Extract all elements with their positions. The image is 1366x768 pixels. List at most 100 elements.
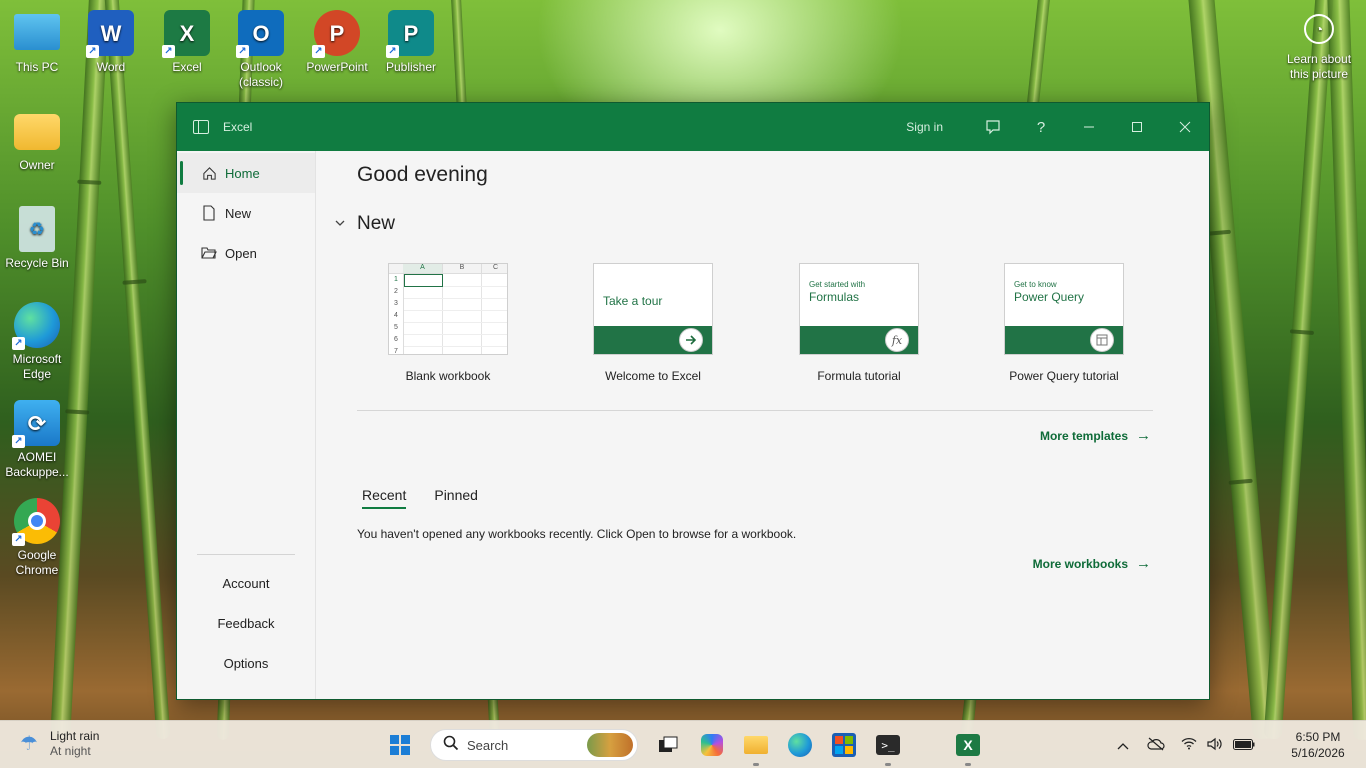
greeting: Good evening bbox=[357, 163, 488, 186]
template-caption: Formula tutorial bbox=[817, 369, 901, 383]
battery-icon[interactable] bbox=[1229, 738, 1259, 753]
terminal-button[interactable]: >_ bbox=[870, 727, 906, 766]
desktop-icon-powerpoint[interactable]: P ↗ PowerPoint bbox=[300, 10, 374, 75]
camera-icon: ◔ bbox=[1304, 14, 1334, 44]
taskbar-clock[interactable]: 6:50 PM 5/16/2026 bbox=[1270, 729, 1366, 761]
desktop-icon-this-pc[interactable]: This PC bbox=[0, 10, 74, 75]
nav-new[interactable]: New bbox=[177, 193, 315, 233]
template-blank-workbook[interactable]: A B C 1 2 3 4 5 6 7 Blank workbook bbox=[345, 263, 551, 383]
search-highlight-image bbox=[587, 733, 633, 757]
maximize-button[interactable] bbox=[1113, 103, 1161, 151]
desktop-icon-recycle-bin[interactable]: ♻ Recycle Bin bbox=[0, 206, 74, 271]
nav-open[interactable]: Open bbox=[177, 233, 315, 273]
empty-recent-message: You haven't opened any workbooks recentl… bbox=[357, 527, 797, 541]
template-formula-tutorial[interactable]: Get started with Formulas fx Formula tut… bbox=[756, 263, 962, 383]
powerpoint-icon: P ↗ bbox=[312, 10, 360, 58]
desktop-icon-word[interactable]: W ↗ Word bbox=[74, 10, 148, 75]
aomei-backupper-icon: ⟳ ↗ bbox=[12, 400, 60, 448]
nav-home[interactable]: Home bbox=[177, 153, 315, 193]
task-view-icon bbox=[659, 736, 678, 752]
arrow-right-icon bbox=[679, 328, 703, 352]
folder-open-icon bbox=[201, 245, 217, 261]
task-view-button[interactable] bbox=[650, 727, 686, 763]
nav-options[interactable]: Options bbox=[197, 643, 295, 683]
wifi-icon[interactable] bbox=[1177, 737, 1201, 753]
desktop-icon-owner[interactable]: Owner bbox=[0, 108, 74, 173]
template-power-query-tutorial[interactable]: Get to know Power Query Power Query tuto… bbox=[961, 263, 1167, 383]
microsoft-store-button[interactable] bbox=[826, 727, 862, 763]
recent-pinned-tabs: Recent Pinned bbox=[362, 487, 506, 509]
word-icon: W ↗ bbox=[86, 10, 134, 58]
chevron-down-icon bbox=[335, 218, 355, 230]
publisher-icon: P ↗ bbox=[386, 10, 434, 58]
title-bar[interactable]: Excel Sign in ? bbox=[177, 103, 1209, 151]
blank-workbook-thumbnail: A B C 1 2 3 4 5 6 7 bbox=[388, 263, 508, 355]
template-caption: Welcome to Excel bbox=[605, 369, 701, 383]
weather-widget[interactable]: ☂ Light rain At night bbox=[16, 729, 99, 759]
folder-icon bbox=[14, 114, 60, 150]
feedback-icon[interactable] bbox=[969, 103, 1017, 151]
system-tray: 6:50 PM 5/16/2026 bbox=[1110, 721, 1366, 768]
more-templates-link[interactable]: More templates → bbox=[1040, 427, 1151, 444]
taskbar-search[interactable]: Search bbox=[430, 729, 638, 761]
volume-icon[interactable] bbox=[1203, 737, 1227, 754]
desktop-icon-outlook[interactable]: O ↗ Outlook (classic) bbox=[224, 10, 298, 90]
store-icon bbox=[832, 733, 856, 757]
edge-taskbar-button[interactable] bbox=[782, 727, 818, 763]
desktop-icon-publisher[interactable]: P ↗ Publisher bbox=[374, 10, 448, 75]
excel-icon: X ↗ bbox=[162, 10, 210, 58]
sign-in-link[interactable]: Sign in bbox=[906, 120, 943, 134]
edge-icon bbox=[788, 733, 812, 757]
taskbar: ☂ Light rain At night Search >_ X 6:50 P… bbox=[0, 720, 1366, 768]
tab-pinned[interactable]: Pinned bbox=[434, 487, 478, 509]
search-icon bbox=[443, 735, 459, 756]
file-explorer-button[interactable] bbox=[738, 727, 774, 766]
desktop-icon-edge[interactable]: ↗ Microsoft Edge bbox=[0, 302, 74, 382]
minimize-button[interactable] bbox=[1065, 103, 1113, 151]
terminal-icon: >_ bbox=[876, 735, 900, 755]
learn-about-picture[interactable]: ◔ Learn about this picture bbox=[1280, 14, 1358, 82]
desktop-icon-chrome[interactable]: ↗ Google Chrome bbox=[0, 498, 74, 578]
backstage-sidebar: Home New Open Account Feedback Options bbox=[177, 151, 316, 699]
chevron-up-icon[interactable] bbox=[1111, 738, 1135, 753]
start-button[interactable] bbox=[382, 727, 418, 763]
arrow-right-icon: → bbox=[1136, 555, 1151, 572]
backstage-main: Good evening New A B C 1 2 3 4 5 6 7 Bla… bbox=[317, 151, 1209, 699]
rain-umbrella-icon: ☂ bbox=[20, 733, 38, 755]
template-caption: Power Query tutorial bbox=[1009, 369, 1119, 383]
monitor-icon bbox=[14, 14, 60, 50]
recycle-bin-icon: ♻ bbox=[19, 206, 55, 252]
folder-icon bbox=[744, 736, 768, 754]
function-icon: fx bbox=[885, 328, 909, 352]
copilot-icon bbox=[701, 734, 723, 756]
desktop-icon-excel[interactable]: X ↗ Excel bbox=[150, 10, 224, 75]
outlook-icon: O ↗ bbox=[236, 10, 284, 58]
arrow-right-icon: → bbox=[1136, 427, 1151, 444]
template-caption: Blank workbook bbox=[405, 369, 491, 383]
excel-taskbar-button[interactable]: X bbox=[950, 727, 986, 766]
home-icon bbox=[201, 165, 217, 181]
welcome-thumbnail: Take a tour bbox=[593, 263, 713, 355]
nav-account[interactable]: Account bbox=[197, 563, 295, 603]
more-workbooks-link[interactable]: More workbooks → bbox=[1033, 555, 1151, 572]
chrome-icon: ↗ bbox=[12, 498, 60, 546]
excel-app-icon bbox=[193, 120, 209, 134]
nav-feedback[interactable]: Feedback bbox=[197, 603, 295, 643]
formula-thumbnail: Get started with Formulas fx bbox=[799, 263, 919, 355]
edge-icon: ↗ bbox=[12, 302, 60, 350]
close-button[interactable] bbox=[1161, 103, 1209, 151]
cloud-offline-icon[interactable] bbox=[1144, 737, 1168, 754]
template-welcome-to-excel[interactable]: Take a tour Welcome to Excel bbox=[550, 263, 756, 383]
table-query-icon bbox=[1090, 328, 1114, 352]
new-document-icon bbox=[201, 205, 217, 221]
excel-window: Excel Sign in ? Home New Open Account Fe… bbox=[176, 102, 1210, 700]
section-divider bbox=[357, 410, 1153, 411]
app-title: Excel bbox=[223, 120, 253, 134]
copilot-button[interactable] bbox=[694, 727, 730, 763]
new-section-header[interactable]: New bbox=[335, 213, 395, 235]
tab-recent[interactable]: Recent bbox=[362, 487, 407, 509]
power-query-thumbnail: Get to know Power Query bbox=[1004, 263, 1124, 355]
excel-icon: X bbox=[956, 734, 980, 756]
desktop-icon-aomei[interactable]: ⟳ ↗ AOMEI Backuppe... bbox=[0, 400, 74, 480]
help-button[interactable]: ? bbox=[1017, 103, 1065, 151]
